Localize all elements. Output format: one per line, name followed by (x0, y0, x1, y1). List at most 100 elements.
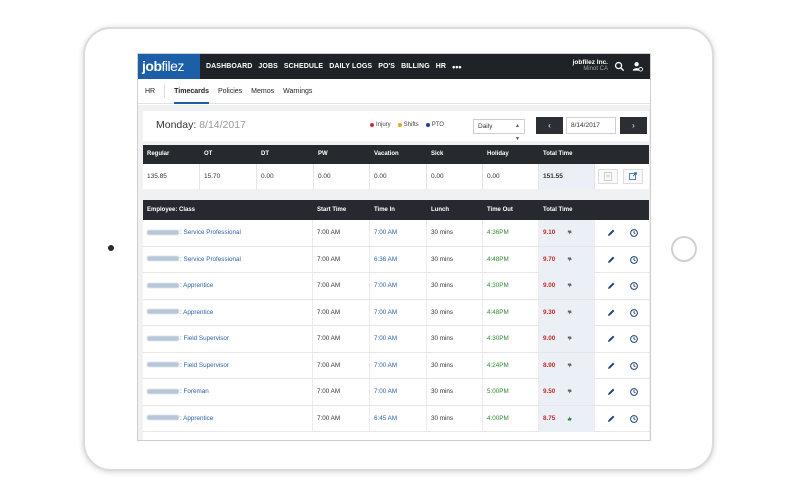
thumb-down-icon[interactable] (567, 336, 572, 341)
nav-dashboard[interactable]: DASHBOARD (206, 63, 252, 70)
app-screen: jobfilez DASHBOARD JOBS SCHEDULE DAILY L… (137, 53, 651, 441)
nav-billing[interactable]: BILLING (401, 63, 430, 70)
edit-pencil-icon[interactable] (604, 306, 618, 320)
next-day-button[interactable]: › (620, 117, 647, 134)
time-out-cell[interactable]: 4:30PM (483, 326, 539, 352)
time-out-cell[interactable]: 5:00PM (483, 379, 539, 405)
date-input[interactable]: 8/14/2017 (566, 117, 616, 134)
tab-warnings[interactable]: Warnings (283, 79, 312, 104)
nav-pos[interactable]: PO'S (378, 63, 395, 70)
clock-icon[interactable] (627, 385, 641, 399)
start-time-cell: 7:00 AM (313, 379, 370, 405)
header-start-time[interactable]: Start Time (313, 200, 370, 220)
time-in-cell[interactable]: 7:00 AM (370, 220, 427, 246)
table-row[interactable]: : Apprentice 7:00 AM 7:00 AM 30 mins 4:48PM 9… (143, 299, 649, 326)
header-total-time[interactable]: Total Time (539, 200, 595, 220)
header-lunch[interactable]: Lunch (427, 200, 483, 220)
logo-text-bold: job (142, 58, 162, 74)
company-info[interactable]: jobfilez Inc. Minot CA (562, 59, 608, 72)
search-icon[interactable] (614, 61, 625, 72)
total-time-cell: 9.50 (539, 379, 595, 405)
time-in-cell[interactable]: 6:45 AM (370, 405, 427, 432)
table-row[interactable]: : Field Supervisor 7:00 AM 7:00 AM 30 mins 4… (143, 326, 649, 353)
time-in-cell[interactable]: 6:36 AM (370, 246, 427, 273)
edit-pencil-icon[interactable] (604, 359, 618, 373)
nav-daily-logs[interactable]: DAILY LOGS (329, 63, 372, 70)
table-row[interactable]: : Apprentice 7:00 AM 7:00 AM 30 mins 4:30PM 9… (143, 273, 649, 300)
edit-pencil-icon[interactable] (604, 279, 618, 293)
redacted-name (147, 256, 179, 262)
time-in-cell[interactable]: 7:00 AM (370, 352, 427, 379)
employee-name-link[interactable]: : Service Professional (143, 246, 313, 273)
table-row[interactable]: : Foreman 7:00 AM 7:00 AM 30 mins 5:00PM 9.50 (143, 379, 649, 406)
employee-name-link[interactable]: : Field Supervisor (143, 326, 313, 352)
clock-icon[interactable] (627, 253, 641, 267)
tab-timecards[interactable]: Timecards (174, 79, 210, 104)
user-settings-icon[interactable] (632, 61, 643, 72)
nav-schedule[interactable]: SCHEDULE (284, 63, 323, 70)
nav-hr[interactable]: HR (436, 63, 446, 70)
table-row[interactable]: : Service Professional 7:00 AM 6:36 AM 30 m… (143, 246, 649, 273)
subnav-hr[interactable]: HR (145, 79, 155, 104)
total-time-value: 9.00 (543, 282, 556, 289)
time-in-cell[interactable]: 7:00 AM (370, 273, 427, 299)
clock-icon[interactable] (627, 359, 641, 373)
table-row[interactable]: : Apprentice 7:00 AM 6:45 AM 30 mins 4:00PM 8… (143, 405, 649, 432)
tab-policies[interactable]: Policies (218, 79, 242, 104)
employee-name-link[interactable]: : Apprentice (143, 273, 313, 299)
edit-pencil-icon[interactable] (604, 253, 618, 267)
employee-name-link[interactable]: : Service Professional (143, 220, 313, 246)
clock-icon[interactable] (627, 332, 641, 346)
employee-name-link[interactable]: : Apprentice (143, 299, 313, 326)
content-area: Monday: 8/14/2017 Injury Shifts PTO Dail… (138, 105, 650, 440)
summary-header-regular: Regular (147, 151, 170, 157)
view-select[interactable]: Daily ▲ ▼ (473, 119, 525, 142)
time-in-cell[interactable]: 7:00 AM (370, 326, 427, 352)
clock-icon[interactable] (627, 306, 641, 320)
clock-icon[interactable] (627, 412, 641, 426)
report-icon[interactable] (598, 169, 618, 184)
time-out-cell[interactable]: 4:00PM (483, 405, 539, 432)
legend-pto: PTO (425, 122, 444, 128)
table-row[interactable]: : Service Professional 7:00 AM 7:00 AM 30 m… (143, 220, 649, 247)
lunch-cell: 30 mins (427, 326, 483, 352)
nav-jobs[interactable]: JOBS (258, 63, 277, 70)
clock-icon[interactable] (627, 226, 641, 240)
edit-pencil-icon[interactable] (604, 226, 618, 240)
header-time-out[interactable]: Time Out (483, 200, 539, 220)
total-time-cell: 8.90 (539, 352, 595, 379)
table-row[interactable]: : Field Supervisor 7:00 AM 7:00 AM 30 mins 4… (143, 352, 649, 379)
thumb-up-icon[interactable] (567, 416, 572, 421)
time-in-cell[interactable]: 7:00 AM (370, 379, 427, 405)
thumb-down-icon[interactable] (567, 230, 572, 235)
clock-icon[interactable] (627, 279, 641, 293)
employee-name-link[interactable]: : Apprentice (143, 405, 313, 432)
edit-pencil-icon[interactable] (604, 332, 618, 346)
jobfilez-logo[interactable]: jobfilez (138, 54, 200, 79)
start-time-cell: 7:00 AM (313, 220, 370, 246)
thumb-down-icon[interactable] (567, 389, 572, 394)
edit-pencil-icon[interactable] (604, 385, 618, 399)
employee-name-link[interactable]: : Field Supervisor (143, 352, 313, 379)
thumb-down-icon[interactable] (567, 283, 572, 288)
thumb-down-icon[interactable] (567, 310, 572, 315)
thumb-down-icon[interactable] (567, 257, 572, 262)
prev-day-button[interactable]: ‹ (536, 117, 563, 134)
time-out-cell[interactable]: 4:24PM (483, 352, 539, 379)
time-out-cell[interactable]: 4:30PM (483, 273, 539, 299)
time-out-cell[interactable]: 4:48PM (483, 246, 539, 273)
edit-pencil-icon[interactable] (604, 412, 618, 426)
time-in-cell[interactable]: 7:00 AM (370, 299, 427, 326)
day-label: Monday: (156, 119, 197, 131)
time-out-cell[interactable]: 4:48PM (483, 299, 539, 326)
tab-memos[interactable]: Memos (251, 79, 274, 104)
header-employee-class[interactable]: Employee: Class (143, 200, 313, 220)
summary-header-pw: PW (318, 151, 328, 157)
thumb-down-icon[interactable] (567, 363, 572, 368)
time-out-cell[interactable]: 4:36PM (483, 220, 539, 246)
employee-name-link[interactable]: : Foreman (143, 379, 313, 405)
nav-more[interactable]: ••• (452, 62, 461, 72)
export-icon[interactable] (623, 169, 643, 184)
header-time-in[interactable]: Time In (370, 200, 427, 220)
summary-ot: 15.70 (200, 164, 257, 189)
